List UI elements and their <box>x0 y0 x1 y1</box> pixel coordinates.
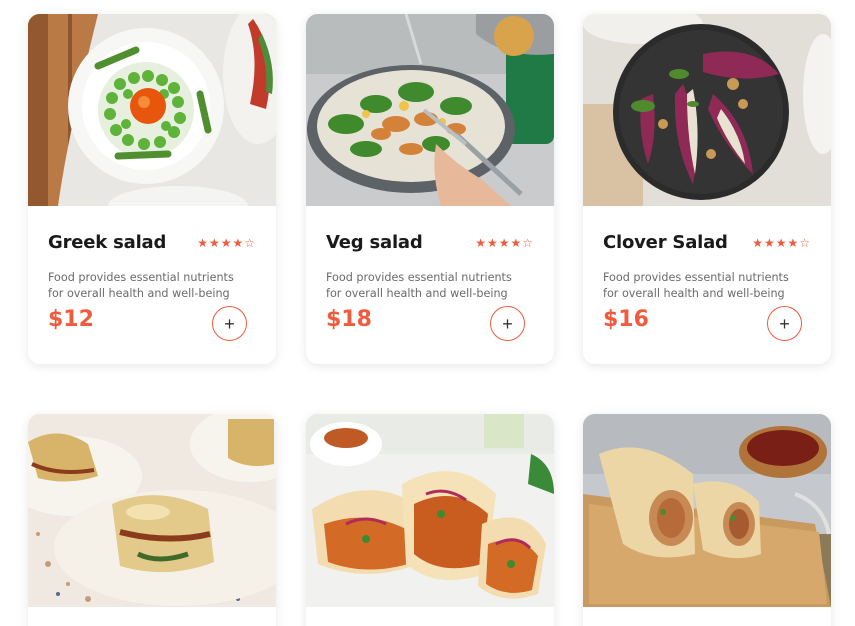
product-image <box>28 414 276 607</box>
card-body: Clover Salad ★★★★☆ Food provides essenti… <box>583 206 831 364</box>
product-name: Veg salad <box>326 232 423 253</box>
plus-icon: + <box>779 313 790 334</box>
product-price: $16 <box>603 307 649 332</box>
add-to-cart-button[interactable]: + <box>212 306 247 341</box>
add-to-cart-button[interactable]: + <box>490 306 525 341</box>
plus-icon: + <box>502 313 513 334</box>
product-card[interactable]: Clover Salad ★★★★☆ Food provides essenti… <box>583 14 831 364</box>
product-card[interactable] <box>28 414 276 626</box>
plus-icon: + <box>224 313 235 334</box>
product-image <box>583 414 831 607</box>
product-card[interactable]: Greek salad ★★★★☆ Food provides essentia… <box>28 14 276 364</box>
rating-stars: ★★★★☆ <box>752 235 811 250</box>
product-name: Greek salad <box>48 232 167 253</box>
product-description: Food provides essential nutrients for ov… <box>603 271 789 300</box>
product-price: $12 <box>48 307 94 332</box>
product-image <box>306 414 554 607</box>
card-body: Veg salad ★★★★☆ Food provides essential … <box>306 206 554 364</box>
product-image <box>306 14 554 206</box>
product-card[interactable]: Veg salad ★★★★☆ Food provides essential … <box>306 14 554 364</box>
product-image <box>583 14 831 206</box>
add-to-cart-button[interactable]: + <box>767 306 802 341</box>
product-name: Clover Salad <box>603 232 728 253</box>
product-card[interactable] <box>583 414 831 626</box>
product-price: $18 <box>326 307 372 332</box>
product-description: Food provides essential nutrients for ov… <box>48 271 234 300</box>
card-body: Greek salad ★★★★☆ Food provides essentia… <box>28 206 276 364</box>
product-card[interactable] <box>306 414 554 626</box>
product-image <box>28 14 276 206</box>
product-description: Food provides essential nutrients for ov… <box>326 271 512 300</box>
rating-stars: ★★★★☆ <box>197 235 256 250</box>
rating-stars: ★★★★☆ <box>475 235 534 250</box>
